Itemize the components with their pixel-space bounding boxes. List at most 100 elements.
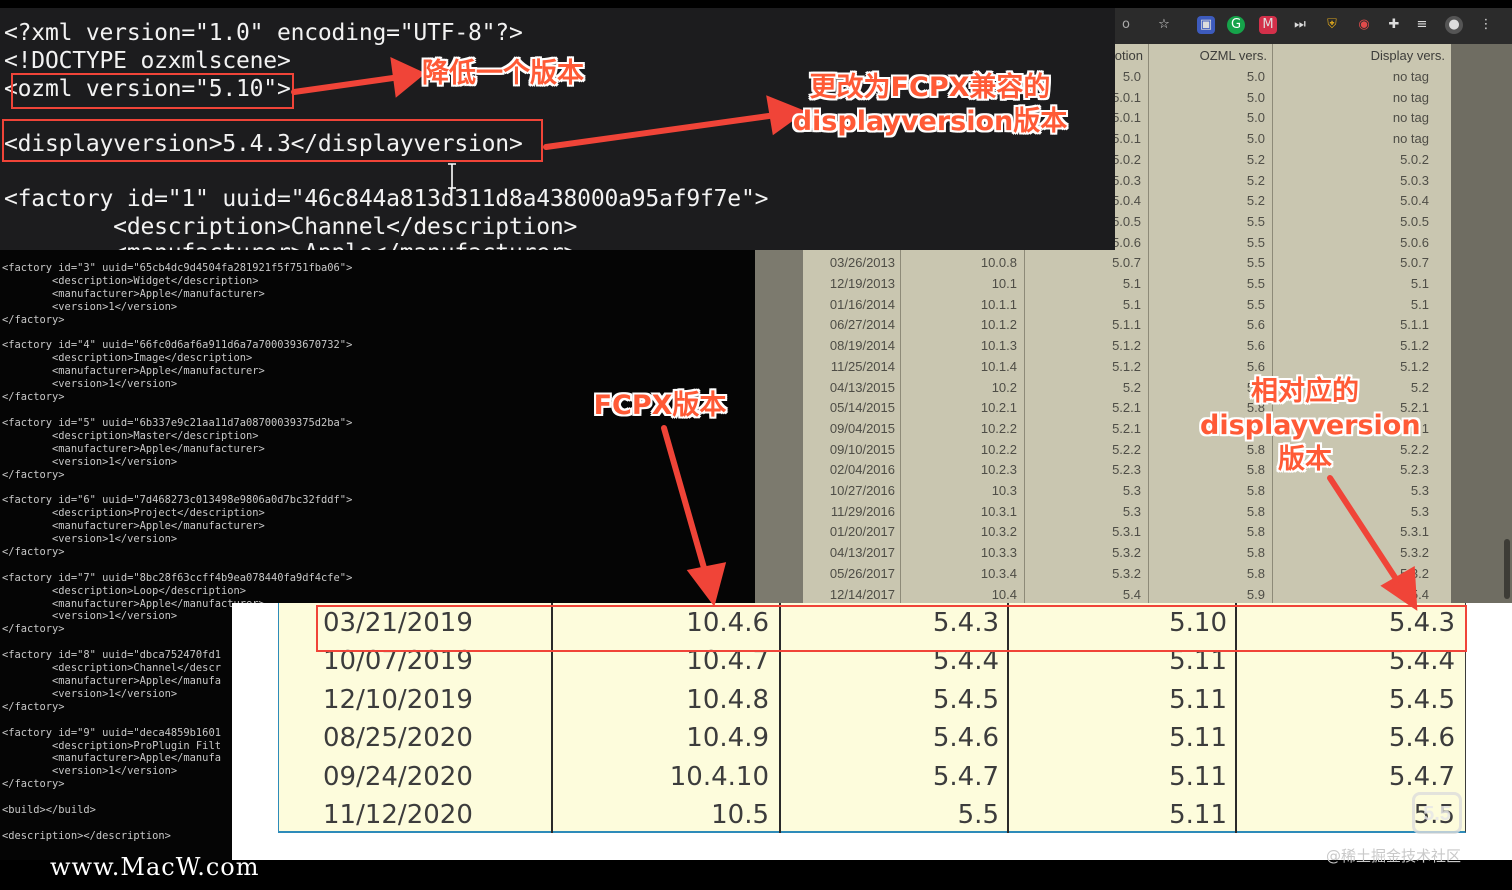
zoom-cell-date: 12/10/2019: [323, 684, 473, 715]
media-icon[interactable]: ⏭: [1291, 16, 1309, 34]
table-cell-display: no tag: [1392, 89, 1429, 105]
table-cell-ozml: 5.0: [1246, 131, 1265, 147]
table-cell-fcpx: 10.2.1: [980, 400, 1017, 416]
zoom-cell-motion: 5.4.5: [932, 684, 999, 715]
scrollbar-thumb[interactable]: [1504, 539, 1510, 599]
zoom-cell-fcpx: 10.5: [711, 800, 769, 830]
table-cell-ozml: 5.0: [1246, 69, 1265, 84]
table-cell-display: 5.0.2: [1400, 151, 1429, 167]
table-cell-fcpx: 10.1.4: [980, 358, 1017, 374]
table-cell-date: 09/04/2015: [829, 420, 895, 436]
table-cell-ozml: 5.6: [1246, 317, 1265, 333]
table-cell-display: 5.1: [1410, 276, 1429, 291]
table-cell-date: 11/25/2014: [830, 358, 895, 374]
table-cell-ozml: 5.5: [1246, 213, 1265, 229]
callout-fcpx-version: FCPX版本: [593, 390, 727, 421]
table-cell-motion: 5.0.7: [1112, 255, 1141, 271]
zoom-cell-fcpx: 10.4.10: [669, 761, 769, 792]
callout-lower-version: 降低一个版本: [422, 58, 584, 89]
callout-change-compat-2: displayversion版本: [792, 106, 1068, 137]
table-cell-fcpx: 10.3.1: [980, 503, 1017, 519]
table-cell-display: 5.1.2: [1400, 358, 1429, 374]
table-cell-date: 05/14/2015: [829, 400, 895, 416]
table-cell-display: 5.0.4: [1400, 193, 1429, 209]
table-cell-date: 09/10/2015: [829, 441, 895, 457]
table-cell-ozml: 5.2: [1246, 193, 1265, 209]
table-cell-ozml: 5.0: [1246, 89, 1265, 105]
credit-text: @稀土掘金技术社区: [1326, 847, 1462, 865]
url-fragment: o: [1122, 17, 1130, 32]
watermark-text: www.MacW.com: [50, 853, 260, 881]
header-ozml-version: OZML vers.: [1199, 48, 1267, 63]
zoom-cell-display: 5.4.6: [1388, 723, 1455, 754]
table-cell-motion: 5.3.2: [1112, 565, 1141, 581]
zoom-cell-ozml: 5.11: [1169, 723, 1227, 754]
zoom-cell-fcpx: 10.4.9: [686, 723, 769, 754]
zoom-cell-date: 08/25/2020: [323, 723, 473, 754]
table-cell-ozml: 5.5: [1246, 296, 1265, 312]
table-cell-fcpx: 10.3.2: [980, 524, 1017, 540]
star-icon[interactable]: ☆: [1155, 16, 1173, 34]
table-cell-display: 5.3.2: [1400, 545, 1429, 561]
callout-change-compat-1: 更改为FCPX兼容的: [809, 72, 1051, 103]
extension-icon-2[interactable]: M: [1259, 16, 1277, 34]
table-cell-display: 5.3: [1410, 503, 1429, 519]
extension-icon-3[interactable]: ◉: [1355, 16, 1373, 34]
table-cell-ozml: 5.0: [1246, 110, 1265, 126]
table-cell-display: no tag: [1392, 69, 1429, 84]
table-cell-fcpx: 10.0.8: [980, 255, 1017, 271]
table-cell-fcpx: 10.2.2: [980, 420, 1017, 436]
table-cell-motion: 5.3: [1122, 483, 1141, 498]
table-cell-ozml: 5.6: [1246, 338, 1265, 354]
table-cell-motion: 5.2.1: [1112, 420, 1141, 436]
table-cell-display: 5.3.1: [1400, 524, 1429, 540]
list-icon[interactable]: ≡: [1413, 16, 1431, 34]
table-cell-display: 5.1.2: [1400, 338, 1429, 354]
zoom-cell-date: 09/24/2020: [323, 761, 473, 792]
table-cell-ozml: 5.2: [1246, 151, 1265, 167]
table-cell-motion: 5.2.1: [1112, 400, 1141, 416]
table-cell-motion: 5.3.1: [1112, 524, 1141, 540]
table-cell-fcpx: 10.3.4: [980, 565, 1017, 581]
grammarly-icon[interactable]: G: [1227, 16, 1245, 34]
table-cell-fcpx: 10.3.3: [980, 545, 1017, 561]
table-cell-display: 5.3: [1410, 483, 1429, 498]
zoom-cell-motion: 5.4.6: [932, 723, 999, 754]
table-cell-ozml: 5.6: [1246, 358, 1265, 374]
shield-icon[interactable]: ⛨: [1323, 16, 1341, 34]
table-cell-date: 12/19/2013: [829, 276, 895, 291]
table-cell-ozml: 5.8: [1246, 503, 1265, 519]
table-cell-date: 11/29/2016: [830, 503, 895, 519]
profile-icon[interactable]: ●: [1445, 16, 1463, 34]
table-cell-motion: 5.1: [1122, 296, 1141, 312]
table-cell-display: 5.1.1: [1400, 317, 1429, 333]
table-cell-ozml: 5.8: [1246, 524, 1265, 540]
highlight-ozml-version: [11, 73, 294, 109]
scrollbar[interactable]: [1451, 44, 1512, 604]
table-cell-fcpx: 10.2.3: [980, 462, 1017, 478]
table-cell-display: 5.1: [1410, 296, 1429, 312]
callout-corresponding-2: displayversion: [1200, 410, 1421, 441]
table-cell-ozml: 5.5: [1246, 276, 1265, 291]
table-cell-ozml: 5.8: [1246, 565, 1265, 581]
puzzle-icon[interactable]: ✚: [1385, 16, 1403, 34]
table-cell-date: 10/27/2016: [829, 483, 895, 498]
table-cell-fcpx: 10.3: [991, 483, 1017, 498]
zoom-cell-date: 11/12/2020: [323, 800, 473, 830]
browser-toolbar: o ☆ ▣ G M ⏭ ⛨ ◉ ✚ ≡ ● ⋮: [1115, 8, 1512, 44]
table-cell-date: 03/26/2013: [829, 255, 895, 271]
callout-corresponding-3: 版本: [1278, 444, 1332, 475]
table-cell-ozml: 5.8: [1246, 545, 1265, 561]
extension-icon[interactable]: ▣: [1197, 16, 1215, 34]
table-cell-display: 5.0.5: [1400, 213, 1429, 229]
table-cell-date: 01/16/2014: [829, 296, 895, 312]
table-cell-motion: 5.3.2: [1112, 545, 1141, 561]
table-cell-date: 01/20/2017: [829, 524, 895, 540]
table-cell-date: 08/19/2014: [829, 338, 895, 354]
menu-icon[interactable]: ⋮: [1477, 16, 1495, 34]
table-cell-date: 04/13/2015: [829, 379, 895, 395]
table-cell-date: 05/26/2017: [829, 565, 895, 581]
table-cell-date: 12/14/2017: [829, 586, 895, 602]
table-cell-motion: 5.1.1: [1112, 317, 1141, 333]
table-cell-display: no tag: [1392, 110, 1429, 126]
